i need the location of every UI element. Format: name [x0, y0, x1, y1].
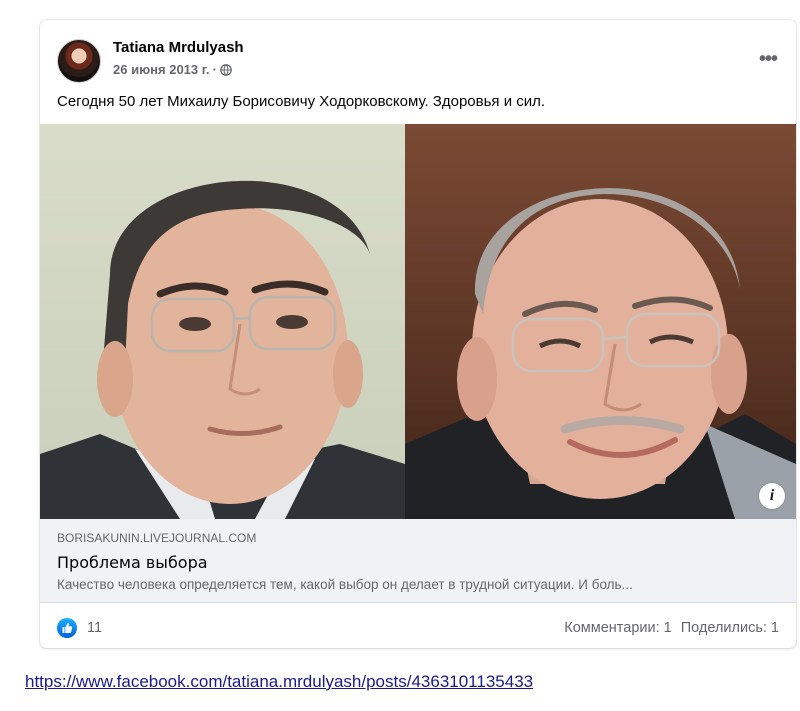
more-options-icon[interactable]: •••	[759, 49, 778, 69]
photo-left-portrait	[40, 124, 405, 519]
post-date[interactable]: 26 июня 2013 г.	[113, 62, 209, 77]
comments-count[interactable]: Комментарии: 1	[564, 620, 671, 636]
meta-separator: ·	[212, 62, 217, 77]
right-portrait-illustration	[405, 188, 796, 519]
post-text: Сегодня 50 лет Михаилу Борисовичу Ходорк…	[57, 93, 546, 110]
info-icon[interactable]: i	[759, 483, 785, 509]
post-stats: 11 Комментарии: 1 Поделились: 1	[57, 618, 779, 640]
author-avatar[interactable]	[57, 39, 101, 83]
link-description: Качество человека определяется тем, како…	[57, 577, 633, 592]
author-name[interactable]: Tatiana Mrdulyash	[113, 39, 244, 56]
link-title[interactable]: Проблема выбора	[57, 553, 208, 572]
photo-right-portrait	[405, 124, 796, 519]
stats-right: Комментарии: 1 Поделились: 1	[564, 620, 779, 636]
link-domain: BORISAKUNIN.LIVEJOURNAL.COM	[57, 531, 257, 545]
thumbs-up-icon	[62, 622, 73, 633]
like-reaction-icon[interactable]	[57, 618, 77, 638]
post-photo[interactable]: i	[40, 124, 796, 519]
facebook-post-card: Tatiana Mrdulyash 26 июня 2013 г. · ••• …	[40, 20, 796, 648]
left-portrait-illustration	[40, 180, 405, 519]
source-url-link[interactable]: https://www.facebook.com/tatiana.mrdulya…	[25, 672, 533, 692]
link-preview[interactable]: BORISAKUNIN.LIVEJOURNAL.COM Проблема выб…	[40, 519, 796, 603]
shares-count[interactable]: Поделились: 1	[681, 620, 779, 636]
post-meta: 26 июня 2013 г. ·	[113, 62, 232, 77]
like-count[interactable]: 11	[87, 620, 102, 636]
post-header: Tatiana Mrdulyash 26 июня 2013 г. · •••	[57, 37, 779, 85]
globe-icon	[219, 63, 232, 76]
